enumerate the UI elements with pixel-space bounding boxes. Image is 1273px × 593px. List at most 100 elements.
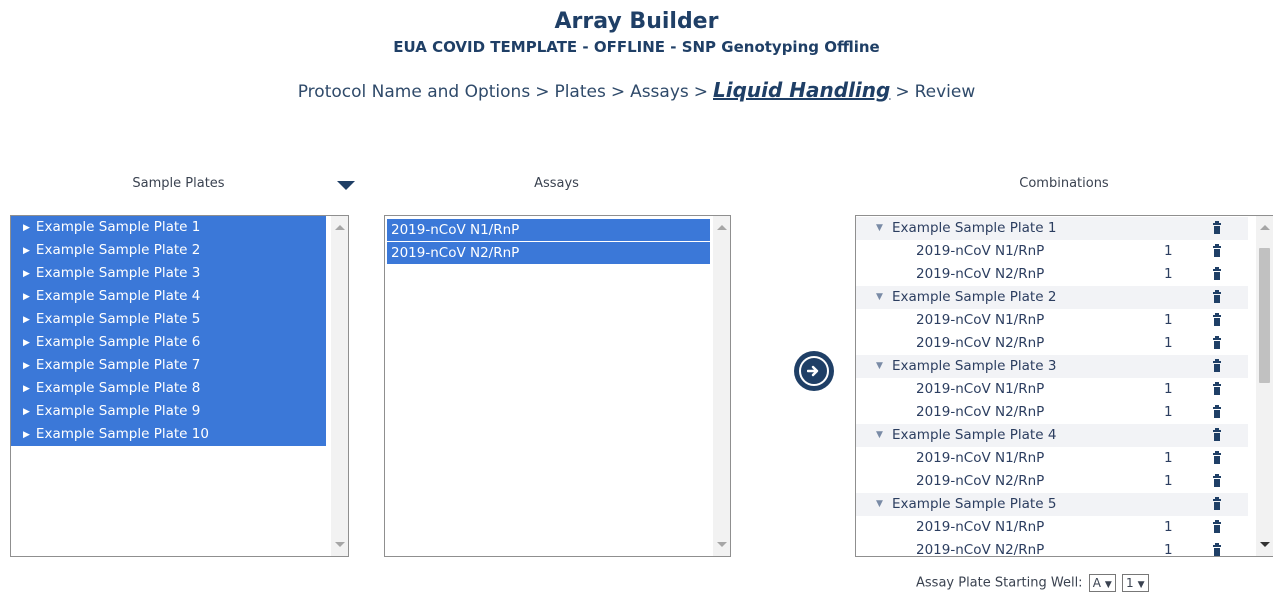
combination-assay-name: 2019-nCoV N1/RnP [916, 312, 1045, 328]
list-item[interactable]: ▶ Example Sample Plate 6 [11, 331, 326, 354]
scroll-up-icon[interactable] [1260, 225, 1270, 230]
assays-list[interactable]: 2019-nCoV N1/RnP 2019-nCoV N2/RnP [384, 215, 731, 557]
trash-icon[interactable] [1210, 516, 1224, 539]
list-item-label: Example Sample Plate 7 [35, 357, 201, 373]
list-item-label: Example Sample Plate 2 [35, 242, 201, 258]
page-subtitle: EUA COVID TEMPLATE - OFFLINE - SNP Genot… [393, 38, 880, 56]
breadcrumb-liquid-handling[interactable]: Liquid Handling [713, 78, 890, 102]
triangle-down-icon[interactable]: ▼ [876, 286, 883, 309]
triangle-right-icon[interactable]: ▶ [23, 407, 30, 417]
scrollbar[interactable] [331, 216, 348, 556]
combination-count: 1 [1164, 243, 1173, 259]
list-item-label: Example Sample Plate 5 [35, 311, 201, 327]
combination-assay-row: 2019-nCoV N1/RnP 1 [856, 378, 1248, 401]
triangle-right-icon[interactable]: ▶ [23, 246, 30, 256]
list-item[interactable]: ▶ Example Sample Plate 9 [11, 400, 326, 423]
combinations-label: Combinations [1019, 176, 1109, 191]
triangle-down-icon[interactable]: ▼ [876, 355, 883, 378]
starting-well-row-value: A [1092, 576, 1101, 590]
triangle-right-icon[interactable]: ▶ [23, 223, 30, 233]
triangle-down-icon[interactable]: ▼ [876, 217, 883, 240]
breadcrumb-protocol[interactable]: Protocol Name and Options [298, 82, 530, 102]
list-item[interactable]: ▶ Example Sample Plate 8 [11, 377, 326, 400]
scroll-down-icon[interactable] [1260, 542, 1270, 547]
list-item[interactable]: ▶ Example Sample Plate 1 [11, 216, 326, 239]
combinations-list[interactable]: ▼ Example Sample Plate 1 2019-nCoV N1/Rn… [855, 215, 1273, 557]
chevron-down-icon: ▼ [1104, 580, 1112, 590]
list-item[interactable]: ▶ Example Sample Plate 5 [11, 308, 326, 331]
triangle-down-icon[interactable]: ▼ [876, 493, 883, 516]
starting-well-row-select[interactable]: A ▼ [1088, 574, 1116, 592]
list-item-label: Example Sample Plate 9 [35, 403, 201, 419]
combination-plate-name: Example Sample Plate 3 [892, 358, 1057, 374]
combination-plate-name: Example Sample Plate 5 [892, 496, 1057, 512]
trash-icon[interactable] [1210, 263, 1224, 286]
trash-icon[interactable] [1210, 447, 1224, 470]
triangle-down-icon[interactable]: ▼ [876, 424, 883, 447]
breadcrumb-assays[interactable]: Assays [630, 82, 689, 102]
combination-plate-row[interactable]: ▼ Example Sample Plate 3 [856, 355, 1248, 378]
trash-icon[interactable] [1210, 309, 1224, 332]
scrollbar[interactable] [713, 216, 730, 556]
trash-icon[interactable] [1210, 470, 1224, 493]
breadcrumb-separator: > [610, 82, 626, 102]
combination-plate-row[interactable]: ▼ Example Sample Plate 4 [856, 424, 1248, 447]
scroll-down-icon[interactable] [717, 542, 727, 547]
scrollbar-thumb[interactable] [1259, 248, 1270, 383]
add-combination-button[interactable] [794, 351, 834, 391]
trash-icon[interactable] [1210, 332, 1224, 355]
caret-down-icon[interactable] [337, 181, 355, 190]
trash-icon[interactable] [1210, 401, 1224, 424]
trash-icon[interactable] [1210, 355, 1224, 378]
scroll-up-icon[interactable] [335, 225, 345, 230]
combination-plate-row[interactable]: ▼ Example Sample Plate 2 [856, 286, 1248, 309]
breadcrumb-plates[interactable]: Plates [554, 82, 605, 102]
combination-count: 1 [1164, 266, 1173, 282]
list-item[interactable]: 2019-nCoV N2/RnP [387, 242, 710, 264]
list-item[interactable]: 2019-nCoV N1/RnP [387, 219, 710, 241]
triangle-right-icon[interactable]: ▶ [23, 361, 30, 371]
trash-icon[interactable] [1210, 286, 1224, 309]
list-item[interactable]: ▶ Example Sample Plate 3 [11, 262, 326, 285]
scrollbar[interactable] [1256, 216, 1273, 556]
trash-icon[interactable] [1210, 539, 1224, 556]
combination-assay-name: 2019-nCoV N1/RnP [916, 450, 1045, 466]
starting-well-column-select[interactable]: 1 ▼ [1121, 574, 1149, 592]
list-item[interactable]: ▶ Example Sample Plate 7 [11, 354, 326, 377]
triangle-right-icon[interactable]: ▶ [23, 269, 30, 279]
triangle-right-icon[interactable]: ▶ [23, 315, 30, 325]
combination-plate-name: Example Sample Plate 4 [892, 427, 1057, 443]
triangle-right-icon[interactable]: ▶ [23, 430, 30, 440]
combination-plate-row[interactable]: ▼ Example Sample Plate 5 [856, 493, 1248, 516]
trash-icon[interactable] [1210, 424, 1224, 447]
triangle-right-icon[interactable]: ▶ [23, 384, 30, 394]
breadcrumb-review[interactable]: Review [915, 82, 976, 102]
combination-assay-name: 2019-nCoV N2/RnP [916, 335, 1045, 351]
combination-assay-row: 2019-nCoV N2/RnP 1 [856, 539, 1248, 557]
trash-icon[interactable] [1210, 378, 1224, 401]
combination-assay-row: 2019-nCoV N1/RnP 1 [856, 240, 1248, 263]
combination-assay-row: 2019-nCoV N1/RnP 1 [856, 309, 1248, 332]
combination-assay-row: 2019-nCoV N2/RnP 1 [856, 332, 1248, 355]
trash-icon[interactable] [1210, 240, 1224, 263]
list-item[interactable]: ▶ Example Sample Plate 4 [11, 285, 326, 308]
list-item[interactable]: ▶ Example Sample Plate 2 [11, 239, 326, 262]
scroll-up-icon[interactable] [717, 225, 727, 230]
combination-plate-row[interactable]: ▼ Example Sample Plate 1 [856, 217, 1248, 240]
breadcrumb: Protocol Name and Options > Plates > Assays >… [0, 78, 1273, 102]
scroll-down-icon[interactable] [335, 542, 345, 547]
sample-plates-list[interactable]: ▶ Example Sample Plate 1 ▶ Example Sample … [10, 215, 349, 557]
combination-count: 1 [1164, 312, 1173, 328]
sample-plates-label: Sample Plates [132, 176, 225, 191]
trash-icon[interactable] [1210, 217, 1224, 240]
list-item[interactable]: ▶ Example Sample Plate 10 [11, 423, 326, 446]
triangle-right-icon[interactable]: ▶ [23, 338, 30, 348]
combination-assay-name: 2019-nCoV N1/RnP [916, 243, 1045, 259]
combination-assay-row: 2019-nCoV N1/RnP 1 [856, 516, 1248, 539]
chevron-down-icon: ▼ [1137, 580, 1145, 590]
trash-icon[interactable] [1210, 493, 1224, 516]
triangle-right-icon[interactable]: ▶ [23, 292, 30, 302]
combination-count: 1 [1164, 542, 1173, 557]
breadcrumb-separator: > [895, 82, 910, 102]
combination-assay-name: 2019-nCoV N2/RnP [916, 473, 1045, 489]
